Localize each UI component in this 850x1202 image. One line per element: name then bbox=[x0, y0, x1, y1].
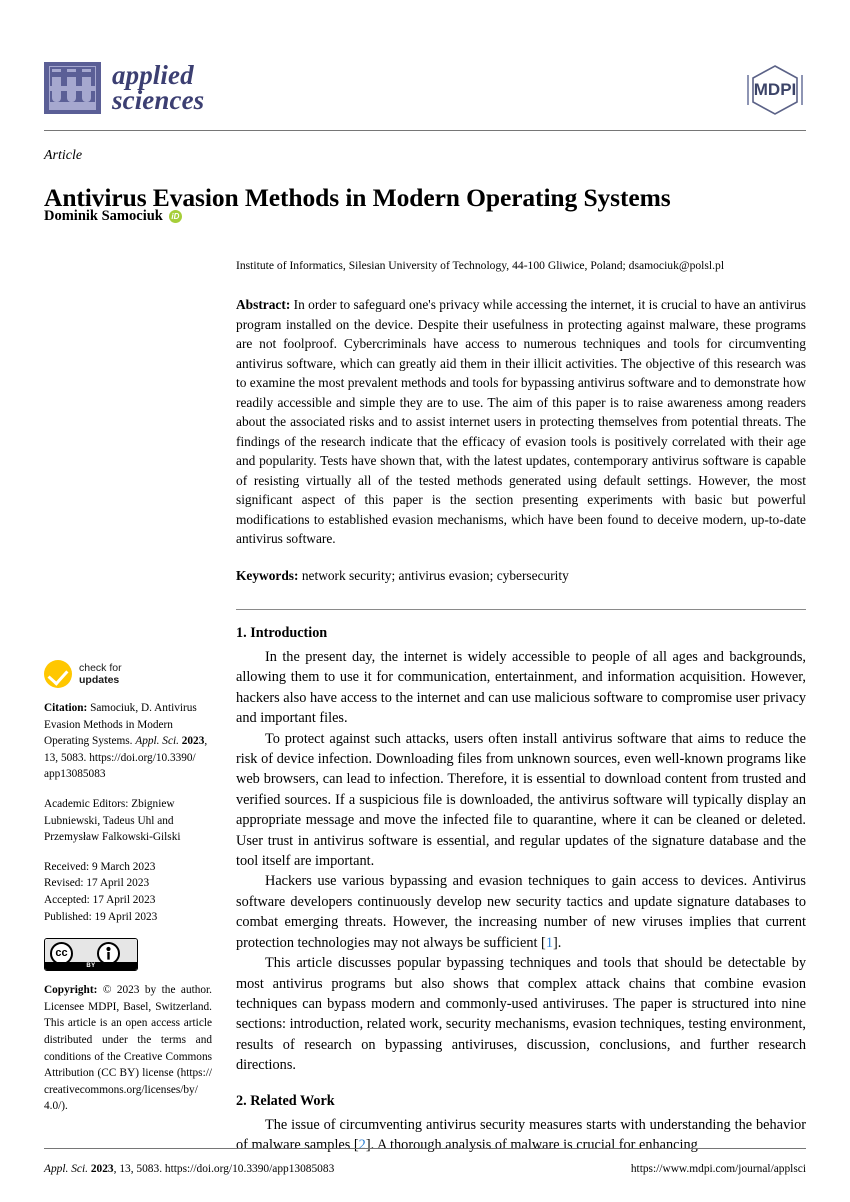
metadata-sidebar: check for updates Citation: Samociuk, D.… bbox=[44, 660, 212, 1128]
citation-line5[interactable]: app13085083 bbox=[44, 766, 212, 783]
citation-line1: Samociuk, D. Antivirus bbox=[87, 702, 197, 714]
author-line: Dominik Samociuk bbox=[44, 208, 182, 225]
journal-branding: applied sciences bbox=[44, 62, 204, 114]
paragraph-intro-2: To protect against such attacks, users o… bbox=[236, 730, 806, 870]
abstract-block: Abstract: In order to safeguard one's pr… bbox=[236, 295, 806, 549]
check-for-updates-line1: check for bbox=[79, 661, 122, 674]
citation-journal-abbrev: Appl. Sci. bbox=[135, 735, 179, 748]
citation-block: Citation: Samociuk, D. Antivirus Evasion… bbox=[44, 700, 212, 783]
citation-ref-1[interactable]: 1 bbox=[546, 935, 553, 951]
footer-journal-abbrev: Appl. Sci. bbox=[44, 1163, 88, 1175]
date-revised: Revised: 17 April 2023 bbox=[44, 877, 150, 890]
test-tube-rack-icon bbox=[44, 62, 101, 114]
paragraph-related-1-tail: ]. A thorough analysis of malware is cru… bbox=[365, 1136, 698, 1153]
person-glyph-icon bbox=[106, 947, 111, 960]
keywords-text: network security; antivirus evasion; cyb… bbox=[298, 567, 569, 583]
article-type-label: Article bbox=[44, 148, 83, 163]
page-footer: Appl. Sci. 2023, 13, 5083. https://doi.o… bbox=[44, 1163, 806, 1175]
citation-label: Citation: bbox=[44, 702, 88, 714]
masthead: applied sciences MDPI bbox=[44, 62, 806, 128]
paper-page: applied sciences MDPI Article Antivirus … bbox=[0, 0, 850, 1202]
check-for-updates-badge[interactable]: check for updates bbox=[44, 660, 212, 688]
citation-ref-2[interactable]: 2 bbox=[359, 1137, 366, 1153]
abstract-divider bbox=[236, 609, 806, 610]
copyright-block: Copyright: © 2023 by the author. License… bbox=[44, 982, 212, 1115]
mdpi-logo-text: MDPI bbox=[753, 80, 797, 99]
section-heading-introduction: 1. Introduction bbox=[236, 625, 328, 641]
footer-journal-url[interactable]: https://www.mdpi.com/journal/applsci bbox=[631, 1163, 806, 1175]
paragraph-intro-3-text: Hackers use various bypassing and evasio… bbox=[236, 873, 806, 951]
affiliation-line: Institute of Informatics, Silesian Unive… bbox=[236, 259, 725, 272]
citation-line2: Evasion Methods in Modern bbox=[44, 718, 173, 731]
check-for-updates-line2: updates bbox=[79, 674, 120, 686]
check-for-updates-label: check for updates bbox=[79, 662, 122, 687]
author-name: Dominik Samociuk bbox=[44, 208, 163, 224]
citation-line3a: Operating Systems. bbox=[44, 735, 136, 748]
footer-year: 2023 bbox=[87, 1163, 114, 1175]
footer-divider bbox=[44, 1148, 806, 1149]
citation-year: 2023 bbox=[178, 735, 205, 748]
paragraph-intro-4: This article discusses popular bypassing… bbox=[236, 955, 806, 1074]
header-divider bbox=[44, 130, 806, 131]
journal-title: applied sciences bbox=[112, 62, 205, 115]
editors-line1: Academic Editors: Zbigniew bbox=[44, 797, 175, 810]
footer-citation: Appl. Sci. 2023, 13, 5083. https://doi.o… bbox=[44, 1163, 334, 1175]
cc-by-label: BY bbox=[45, 962, 137, 971]
section-heading-related-work: 2. Related Work bbox=[236, 1092, 335, 1109]
date-accepted: Accepted: 17 April 2023 bbox=[44, 893, 156, 906]
publication-dates-block: Received: 9 March 2023 Revised: 17 April… bbox=[44, 859, 212, 925]
paragraph-intro-1: In the present day, the internet is wide… bbox=[236, 649, 806, 727]
journal-title-line2: sciences bbox=[112, 85, 205, 115]
body-column: 1. Introduction In the present day, the … bbox=[236, 624, 806, 1155]
check-for-updates-icon bbox=[44, 660, 72, 688]
academic-editors-block: Academic Editors: Zbigniew Lubniewski, T… bbox=[44, 796, 212, 846]
editors-line3: Przemysław Falkowski-Gilski bbox=[44, 831, 181, 844]
paragraph-intro-3-tail: ]. bbox=[552, 934, 562, 951]
footer-citation-rest[interactable]: , 13, 5083. https://doi.org/10.3390/app1… bbox=[114, 1163, 335, 1175]
paragraph-intro-3: Hackers use various bypassing and evasio… bbox=[236, 871, 806, 953]
copyright-label: Copyright: bbox=[44, 984, 98, 997]
keywords-block: Keywords: network security; antivirus ev… bbox=[236, 566, 806, 586]
mdpi-logo: MDPI bbox=[744, 64, 806, 116]
editors-line2: Lubniewski, Tadeus Uhl and bbox=[44, 814, 174, 827]
citation-line3d: , bbox=[204, 735, 208, 748]
orcid-id-icon[interactable] bbox=[168, 210, 182, 223]
keywords-label: Keywords: bbox=[236, 567, 299, 583]
abstract-column: Institute of Informatics, Silesian Unive… bbox=[236, 258, 806, 610]
date-published: Published: 19 April 2023 bbox=[44, 910, 158, 923]
abstract-text: In order to safeguard one's privacy whil… bbox=[236, 297, 806, 546]
abstract-label: Abstract: bbox=[236, 297, 291, 312]
copyright-text: © 2023 by the author. Licensee MDPI, Bas… bbox=[44, 984, 212, 1113]
citation-line4[interactable]: 13, 5083. https://doi.org/10.3390/ bbox=[44, 750, 212, 767]
date-received: Received: 9 March 2023 bbox=[44, 860, 156, 873]
creative-commons-by-icon[interactable]: cc BY bbox=[44, 938, 138, 972]
paragraph-related-1: The issue of circumventing antivirus sec… bbox=[236, 1115, 806, 1156]
